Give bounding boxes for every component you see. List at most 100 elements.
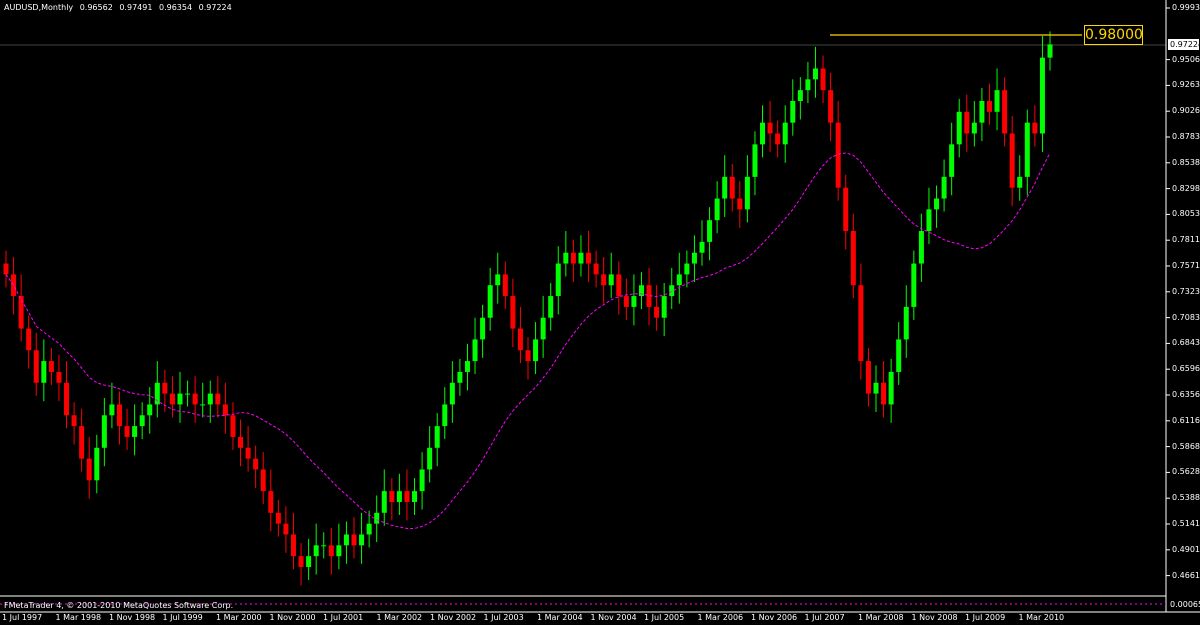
candle-body bbox=[638, 285, 644, 297]
candle-body bbox=[343, 534, 349, 546]
candle-body bbox=[116, 404, 122, 427]
candle-body bbox=[934, 198, 940, 210]
candle-body bbox=[926, 209, 932, 232]
price-axis-label: 0.63560 bbox=[1172, 390, 1200, 399]
date-axis-label: 1 Jul 2007 bbox=[804, 613, 845, 622]
candle-body bbox=[351, 534, 357, 546]
price-axis-label: 0.68435 bbox=[1172, 338, 1200, 348]
candle-body bbox=[707, 220, 713, 242]
price-axis-label: 0.73235 bbox=[1172, 286, 1200, 296]
candle-body bbox=[850, 231, 856, 286]
price-axis[interactable]: 0.99935 0.95060 0.92635 0.90260 0.87835 0.853… bbox=[1166, 0, 1200, 612]
candle-body bbox=[230, 415, 236, 437]
candle-body bbox=[918, 231, 924, 264]
candle-body bbox=[26, 328, 32, 351]
candle-body bbox=[1032, 122, 1038, 134]
candle-body bbox=[828, 90, 834, 123]
candle-body bbox=[661, 296, 667, 318]
price-axis-label: 0.85385 bbox=[1172, 157, 1200, 167]
date-axis-label: 1 Jul 1999 bbox=[162, 613, 203, 622]
candle-body bbox=[956, 111, 962, 145]
price-chart[interactable] bbox=[0, 0, 1200, 625]
candle-body bbox=[971, 122, 977, 134]
horizontal-level-label[interactable]: 0.98000 bbox=[1084, 25, 1143, 45]
candle-body bbox=[283, 523, 289, 535]
date-axis-label: 1 Nov 2004 bbox=[590, 613, 637, 622]
candle-body bbox=[812, 68, 818, 80]
date-axis-label: 1 Mar 2004 bbox=[537, 613, 583, 622]
candle-body bbox=[48, 361, 54, 372]
price-axis-label: 0.78110 bbox=[1172, 235, 1200, 245]
candle-body bbox=[366, 523, 372, 535]
candle-body bbox=[994, 90, 1000, 112]
candle-body bbox=[64, 382, 70, 416]
candle-body bbox=[525, 350, 531, 362]
candle-body bbox=[442, 404, 448, 427]
candle-body bbox=[472, 339, 478, 362]
candle-body bbox=[290, 534, 296, 557]
candle-body bbox=[222, 404, 228, 416]
candle-body bbox=[464, 361, 470, 372]
candle-body bbox=[729, 176, 735, 199]
candle-body bbox=[911, 263, 917, 307]
candle-body bbox=[888, 371, 894, 405]
date-axis[interactable]: 1 Jul 1997 1 Mar 1998 1 Nov 1998 1 Jul 1999… bbox=[0, 612, 1166, 625]
candle-body bbox=[101, 415, 107, 448]
candle-body bbox=[389, 491, 395, 502]
candle-body bbox=[699, 241, 705, 253]
candle-body bbox=[578, 252, 584, 264]
copyright-text: FMetaTrader 4, © 2001-2010 MetaQuotes So… bbox=[4, 601, 234, 610]
date-axis-label: 1 Mar 2008 bbox=[858, 613, 904, 622]
price-axis-label: 0.95060 bbox=[1172, 54, 1200, 64]
date-axis-label: 1 Nov 1998 bbox=[109, 613, 156, 622]
candle-body bbox=[805, 79, 811, 91]
candle-body bbox=[162, 382, 168, 394]
price-axis-label: 0.58685 bbox=[1172, 441, 1200, 451]
candle-body bbox=[820, 68, 826, 91]
indicator-axis-value: 0.00065 bbox=[1170, 600, 1200, 609]
candle-body bbox=[169, 393, 175, 405]
candle-body bbox=[691, 252, 697, 264]
price-axis-label: 0.61160 bbox=[1172, 415, 1200, 425]
candle-body bbox=[207, 393, 213, 405]
candle-body bbox=[321, 545, 327, 547]
candle-body bbox=[94, 447, 100, 481]
candle-body bbox=[245, 447, 251, 459]
candle-body bbox=[570, 252, 576, 264]
candle-body bbox=[873, 382, 879, 394]
candle-body bbox=[419, 469, 425, 492]
candle-body bbox=[631, 296, 637, 307]
candle-body bbox=[540, 317, 546, 340]
chart-window[interactable]: AUDUSD,Monthly 0.96562 0.97491 0.96354 0… bbox=[0, 0, 1200, 625]
candle-body bbox=[881, 382, 887, 405]
price-axis-label: 0.46610 bbox=[1172, 570, 1200, 580]
candle-body bbox=[86, 458, 92, 481]
close-value: 0.97224 bbox=[198, 3, 232, 12]
candle-body bbox=[215, 393, 221, 405]
price-axis-label: 0.99935 bbox=[1172, 3, 1200, 12]
candle-body bbox=[964, 111, 970, 134]
price-axis-label: 0.51410 bbox=[1172, 519, 1200, 528]
candle-body bbox=[18, 296, 24, 329]
date-axis-label: 1 Nov 2008 bbox=[911, 613, 958, 622]
candle-body bbox=[200, 404, 206, 406]
candle-body bbox=[33, 350, 39, 383]
date-axis-label: 1 Nov 2000 bbox=[269, 613, 316, 622]
candle-body bbox=[616, 274, 622, 297]
candle-body bbox=[744, 176, 750, 210]
candle-body bbox=[298, 556, 304, 567]
candle-body bbox=[253, 458, 259, 470]
price-axis-label: 0.65960 bbox=[1172, 364, 1200, 374]
candle-body bbox=[495, 274, 501, 286]
date-axis-label: 1 Mar 1998 bbox=[55, 613, 102, 622]
candle-body bbox=[328, 545, 334, 557]
candle-body bbox=[835, 122, 841, 188]
candle-body bbox=[1009, 133, 1015, 188]
candle-body bbox=[139, 415, 145, 427]
price-axis-label: 0.70835 bbox=[1172, 312, 1200, 322]
candle-body bbox=[865, 361, 871, 394]
price-axis-label: 0.75710 bbox=[1172, 261, 1200, 270]
candle-body bbox=[517, 328, 523, 351]
candle-body bbox=[737, 198, 743, 210]
candle-body bbox=[275, 512, 281, 524]
